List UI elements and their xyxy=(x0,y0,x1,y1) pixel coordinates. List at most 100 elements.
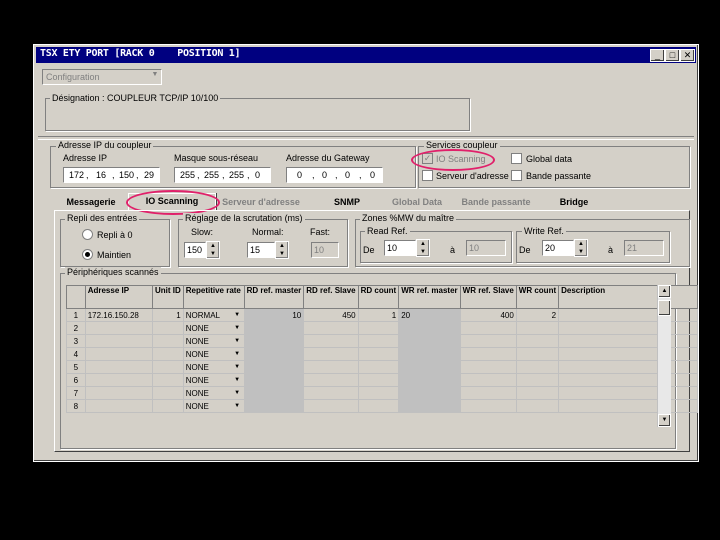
table-cell[interactable] xyxy=(515,373,560,387)
read-to-input[interactable]: 10 xyxy=(466,240,506,256)
table-cell[interactable] xyxy=(459,321,517,335)
table-cell[interactable] xyxy=(515,360,560,374)
rate-select[interactable]: NONE ▼ xyxy=(182,373,245,387)
subnet-mask-input[interactable]: 255 , 255 , 255 , 0 xyxy=(174,167,271,183)
table-cell[interactable] xyxy=(515,386,560,400)
chevron-down-icon[interactable]: ▼ xyxy=(231,336,243,346)
table-cell[interactable] xyxy=(243,386,305,400)
table-cell[interactable]: 1 xyxy=(357,308,400,322)
tab-bridge[interactable]: Bridge xyxy=(546,195,602,210)
table-cell[interactable] xyxy=(151,321,184,335)
minimize-button[interactable]: _ xyxy=(650,49,665,62)
table-cell[interactable] xyxy=(357,321,400,335)
fast-input[interactable]: 10 xyxy=(311,242,339,258)
chevron-down-icon[interactable]: ▼ xyxy=(231,349,243,359)
header-cell[interactable]: RD count xyxy=(357,285,400,309)
table-cell[interactable]: 2 xyxy=(515,308,560,322)
table-cell[interactable]: 1 xyxy=(151,308,184,322)
tab-address-server[interactable]: Serveur d'adresse xyxy=(216,195,306,210)
tab-global-data[interactable]: Global Data xyxy=(386,195,448,210)
table-cell[interactable]: 450 xyxy=(303,308,359,322)
chevron-down-icon[interactable]: ▼ xyxy=(231,401,243,411)
table-scrollbar[interactable]: ▲ ▼ xyxy=(657,285,671,427)
table-cell[interactable] xyxy=(398,347,461,361)
read-from-input[interactable]: 10 xyxy=(384,240,416,256)
table-cell[interactable] xyxy=(151,373,184,387)
table-cell[interactable] xyxy=(303,321,359,335)
table-cell[interactable] xyxy=(151,360,184,374)
table-cell[interactable] xyxy=(303,386,359,400)
write-to-input[interactable]: 21 xyxy=(624,240,664,256)
header-cell[interactable]: WR ref. Slave xyxy=(459,285,517,309)
repli-radio[interactable] xyxy=(82,229,93,240)
table-cell[interactable] xyxy=(515,399,560,413)
normal-input[interactable]: 15 xyxy=(247,242,275,258)
table-cell[interactable] xyxy=(459,360,517,374)
rate-select[interactable]: NONE ▼ xyxy=(182,360,245,374)
tab-messagerie[interactable]: Messagerie xyxy=(56,195,126,210)
header-cell[interactable]: RD ref. master xyxy=(243,285,305,309)
header-cell[interactable]: Unit ID xyxy=(151,285,184,309)
chevron-down-icon[interactable]: ▼ xyxy=(231,375,243,385)
slow-input[interactable]: 150 xyxy=(184,242,206,258)
header-cell[interactable]: WR ref. master xyxy=(398,285,461,309)
rate-select[interactable]: NONE ▼ xyxy=(182,334,245,348)
chevron-down-icon[interactable]: ▼ xyxy=(231,310,243,320)
table-row[interactable]: 7 NONE ▼ xyxy=(66,386,698,400)
table-cell[interactable]: 20 xyxy=(398,308,461,322)
read-from-spinner[interactable]: ▲ ▼ xyxy=(416,239,430,257)
table-cell[interactable] xyxy=(243,373,305,387)
scroll-up-icon[interactable]: ▲ xyxy=(658,285,671,298)
gateway-input[interactable]: 0 , 0 , 0 , 0 xyxy=(286,167,383,183)
rate-select[interactable]: NONE ▼ xyxy=(182,399,245,413)
table-cell[interactable] xyxy=(515,347,560,361)
rate-select[interactable]: NONE ▼ xyxy=(182,347,245,361)
table-cell[interactable] xyxy=(151,399,184,413)
normal-spinner[interactable]: ▲ ▼ xyxy=(275,241,289,259)
table-cell[interactable] xyxy=(303,360,359,374)
maximize-button[interactable]: □ xyxy=(665,49,680,62)
table-row[interactable]: 3 NONE ▼ xyxy=(66,334,698,348)
table-cell[interactable] xyxy=(243,399,305,413)
slow-spinner[interactable]: ▲ ▼ xyxy=(206,241,220,259)
table-cell[interactable] xyxy=(558,360,698,374)
table-cell[interactable] xyxy=(357,334,400,348)
table-cell[interactable] xyxy=(459,347,517,361)
table-cell[interactable] xyxy=(357,373,400,387)
table-cell[interactable] xyxy=(303,373,359,387)
table-cell[interactable] xyxy=(84,347,153,361)
table-cell[interactable] xyxy=(303,347,359,361)
chevron-down-icon[interactable]: ▼ xyxy=(231,323,243,333)
header-cell[interactable]: Adresse IP xyxy=(84,285,153,309)
table-cell[interactable] xyxy=(84,373,153,387)
table-cell[interactable]: 400 xyxy=(459,308,517,322)
bandwidth-checkbox[interactable] xyxy=(511,170,522,181)
table-cell[interactable] xyxy=(459,386,517,400)
table-cell[interactable] xyxy=(459,399,517,413)
table-cell[interactable] xyxy=(243,360,305,374)
table-cell[interactable] xyxy=(84,360,153,374)
table-cell[interactable] xyxy=(303,334,359,348)
table-cell[interactable] xyxy=(515,321,560,335)
table-cell[interactable] xyxy=(558,321,698,335)
table-row[interactable]: 5 NONE ▼ xyxy=(66,360,698,374)
address-server-checkbox[interactable] xyxy=(422,170,433,181)
table-cell[interactable] xyxy=(151,347,184,361)
rate-select[interactable]: NONE ▼ xyxy=(182,321,245,335)
table-cell[interactable] xyxy=(84,334,153,348)
chevron-down-icon[interactable]: ▼ xyxy=(231,388,243,398)
scroll-down-icon[interactable]: ▼ xyxy=(658,414,671,427)
table-cell[interactable]: 10 xyxy=(243,308,305,322)
maintien-radio[interactable] xyxy=(82,249,93,260)
write-from-spinner[interactable]: ▲ ▼ xyxy=(574,239,588,257)
table-cell[interactable] xyxy=(515,334,560,348)
table-cell[interactable] xyxy=(558,334,698,348)
table-cell[interactable] xyxy=(558,308,698,322)
rate-select[interactable]: NORMAL ▼ xyxy=(182,308,245,322)
table-cell[interactable] xyxy=(558,399,698,413)
header-cell[interactable]: WR count xyxy=(515,285,560,309)
chevron-down-icon[interactable]: ▼ xyxy=(231,362,243,372)
table-row[interactable]: 8 NONE ▼ xyxy=(66,399,698,413)
table-cell[interactable] xyxy=(151,334,184,348)
table-cell[interactable] xyxy=(558,347,698,361)
